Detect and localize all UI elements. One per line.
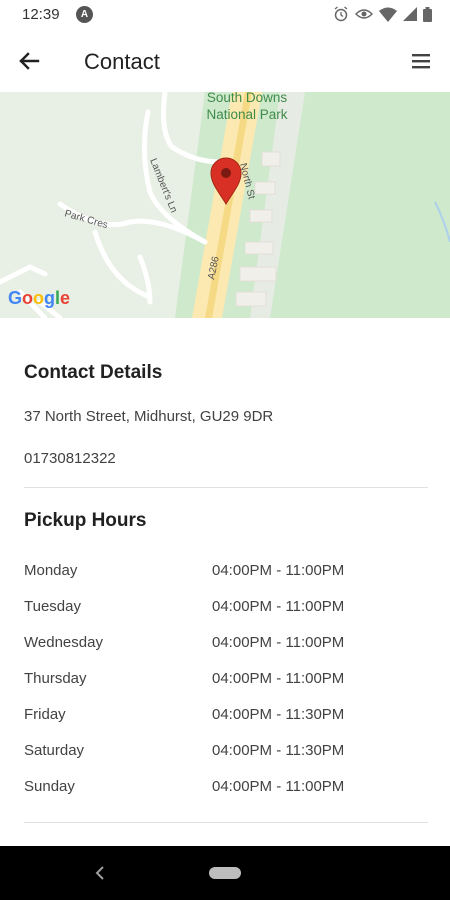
hours-time: 04:00PM - 11:30PM xyxy=(212,706,345,723)
system-nav-bar xyxy=(0,846,450,900)
hours-time: 04:00PM - 11:00PM xyxy=(212,562,345,579)
contact-details-section: Contact Details xyxy=(24,362,428,384)
hours-day: Thursday xyxy=(24,670,87,687)
google-logo: Google xyxy=(8,288,70,308)
hours-row: Thursday 04:00PM - 11:00PM xyxy=(24,670,428,694)
hours-row: Saturday 04:00PM - 11:30PM xyxy=(24,742,428,766)
divider xyxy=(24,487,428,488)
app-badge-icon: A xyxy=(76,6,93,23)
hours-day: Saturday xyxy=(24,742,85,759)
contact-phone[interactable]: 01730812322 xyxy=(24,450,116,467)
hours-time: 04:00PM - 11:00PM xyxy=(212,598,345,615)
eye-icon xyxy=(355,9,373,19)
status-bar: 12:39 A xyxy=(0,0,450,30)
pickup-hours-title: Pickup Hours xyxy=(24,510,147,531)
hours-time: 04:00PM - 11:00PM xyxy=(212,778,345,795)
hours-row: Monday 04:00PM - 11:00PM xyxy=(24,562,428,586)
nav-back-button[interactable] xyxy=(92,863,108,883)
arrow-left-icon xyxy=(19,52,40,70)
divider xyxy=(24,822,428,823)
hours-day: Tuesday xyxy=(24,598,81,615)
contact-address[interactable]: 37 North Street, Midhurst, GU29 9DR xyxy=(24,408,273,425)
status-time: 12:39 xyxy=(22,6,60,23)
hours-time: 04:00PM - 11:30PM xyxy=(212,742,345,759)
nav-home-pill[interactable] xyxy=(209,867,241,879)
battery-icon xyxy=(423,6,432,22)
menu-button[interactable] xyxy=(406,46,436,76)
status-icons xyxy=(333,6,432,22)
hours-row: Tuesday 04:00PM - 11:00PM xyxy=(24,598,428,622)
hamburger-menu-icon xyxy=(412,54,430,69)
map-canvas: South Downs National Park North St Lambe… xyxy=(0,92,450,318)
alarm-icon xyxy=(334,6,348,22)
hours-row: Sunday 04:00PM - 11:00PM xyxy=(24,778,428,802)
back-button[interactable] xyxy=(14,46,44,76)
location-map[interactable]: South Downs National Park North St Lambe… xyxy=(0,92,450,318)
hours-time: 04:00PM - 11:00PM xyxy=(212,634,345,651)
hours-day: Sunday xyxy=(24,778,75,795)
page-title: Contact xyxy=(84,49,160,74)
pickup-hours-section: Pickup Hours xyxy=(24,510,428,532)
hours-day: Wednesday xyxy=(24,634,103,651)
signal-icon xyxy=(403,7,417,21)
hours-row: Wednesday 04:00PM - 11:00PM xyxy=(24,634,428,658)
hours-day: Friday xyxy=(24,706,66,723)
hours-row: Friday 04:00PM - 11:30PM xyxy=(24,706,428,730)
hours-day: Monday xyxy=(24,562,78,579)
contact-details-title: Contact Details xyxy=(24,362,163,383)
wifi-icon xyxy=(379,7,397,22)
map-label-park-line2: National Park xyxy=(206,107,287,122)
nav-back-icon xyxy=(95,866,104,880)
app-bar: Contact xyxy=(0,30,450,92)
map-label-park-line1: South Downs xyxy=(207,92,288,105)
hours-time: 04:00PM - 11:00PM xyxy=(212,670,345,687)
